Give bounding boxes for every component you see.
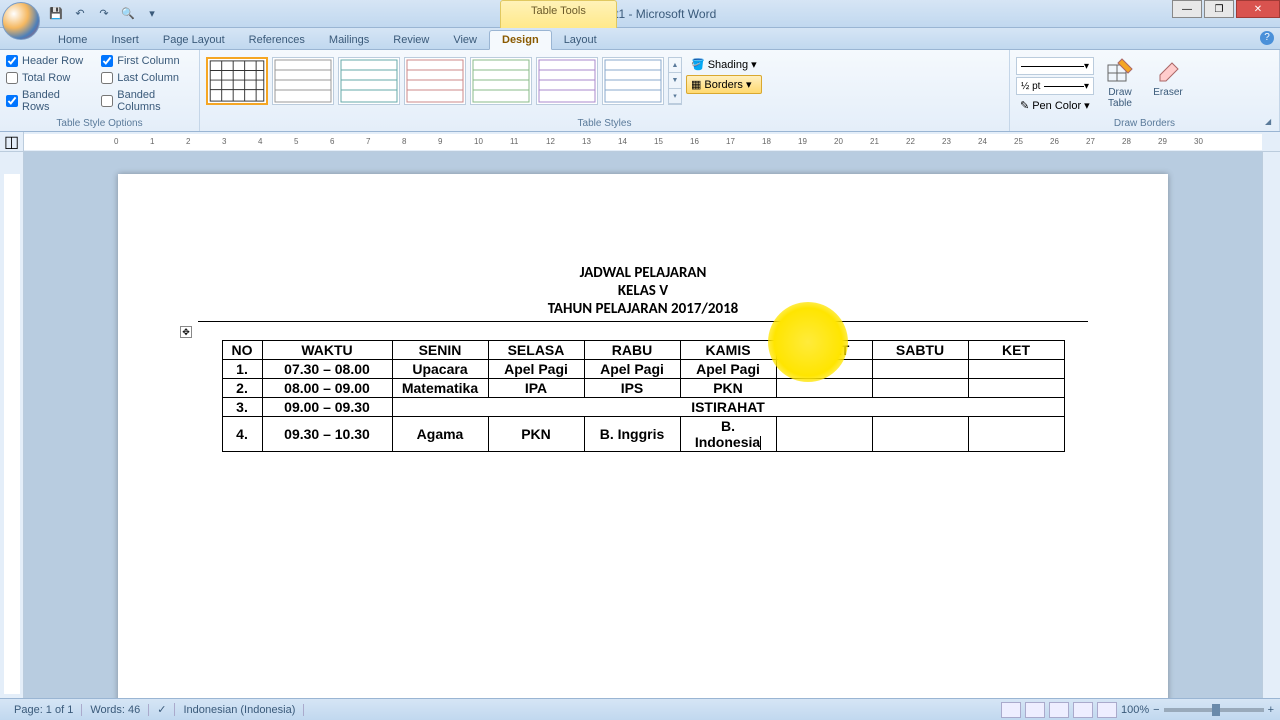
help-icon[interactable]: ? — [1260, 31, 1274, 45]
gallery-down-icon[interactable]: ▼ — [669, 73, 681, 88]
ruler-horizontal: ◫ 01234567891011121314151617181920212223… — [0, 132, 1280, 152]
status-words[interactable]: Words: 46 — [82, 704, 149, 716]
style-thumb-6[interactable] — [536, 57, 598, 105]
style-thumb-2[interactable] — [272, 57, 334, 105]
view-full-screen[interactable] — [1025, 702, 1045, 718]
opt-total-row[interactable]: Total Row — [6, 72, 83, 84]
opt-last-column[interactable]: Last Column — [101, 72, 193, 84]
dialog-launcher-icon[interactable]: ◢ — [1265, 117, 1277, 129]
table-move-handle[interactable]: ✥ — [180, 326, 192, 338]
print-preview-icon[interactable]: 🔍 — [118, 4, 138, 24]
group-label: Table Style Options — [6, 116, 193, 131]
style-thumb-5[interactable] — [470, 57, 532, 105]
doc-heading-2: KELAS V — [198, 282, 1088, 300]
qat-more-icon[interactable]: ▾ — [142, 4, 162, 24]
table-styles-gallery: ▲ ▼ ▾ — [206, 53, 682, 105]
style-thumb-4[interactable] — [404, 57, 466, 105]
group-table-style-options: Header Row Total Row Banded Rows First C… — [0, 50, 200, 131]
group-table-styles: ▲ ▼ ▾ 🪣Shading ▾ ▦Borders ▾ Table Styles — [200, 50, 1010, 131]
view-outline[interactable] — [1073, 702, 1093, 718]
draw-table-button[interactable]: Draw Table — [1098, 57, 1142, 109]
shading-button[interactable]: 🪣Shading ▾ — [686, 55, 762, 74]
table-row: 2. 08.00 – 09.00 Matematika IPA IPS PKN — [222, 379, 1064, 398]
redo-icon[interactable]: ↷ — [94, 4, 114, 24]
office-button[interactable] — [2, 2, 40, 40]
group-label: Draw Borders — [1016, 116, 1273, 131]
tab-view[interactable]: View — [441, 31, 489, 49]
style-thumb-7[interactable] — [602, 57, 664, 105]
status-bar: Page: 1 of 1 Words: 46 ✓ Indonesian (Ind… — [0, 698, 1280, 720]
page-scroll[interactable]: JADWAL PELAJARAN KELAS V TAHUN PELAJARAN… — [24, 152, 1262, 698]
tab-insert[interactable]: Insert — [99, 31, 151, 49]
zoom-slider[interactable] — [1164, 708, 1264, 712]
maximize-button[interactable]: ❐ — [1204, 0, 1234, 18]
opt-banded-columns[interactable]: Banded Columns — [101, 89, 193, 113]
bucket-icon: 🪣 — [691, 58, 705, 71]
eraser-button[interactable]: Eraser — [1146, 57, 1190, 98]
ribbon-tabs: Home Insert Page Layout References Maili… — [0, 28, 1280, 50]
title-bar: 💾 ↶ ↷ 🔍 ▾ Document1 - Microsoft Word Tab… — [0, 0, 1280, 28]
pencil-table-icon — [1106, 57, 1134, 85]
status-language[interactable]: Indonesian (Indonesia) — [175, 704, 304, 716]
tab-layout[interactable]: Layout — [552, 31, 609, 49]
tab-home[interactable]: Home — [46, 31, 99, 49]
zoom-out-icon[interactable]: − — [1153, 704, 1159, 716]
document-area: JADWAL PELAJARAN KELAS V TAHUN PELAJARAN… — [0, 152, 1280, 698]
proofing-icon[interactable]: ✓ — [149, 703, 175, 716]
opt-first-column[interactable]: First Column — [101, 55, 193, 67]
zoom-level[interactable]: 100% — [1121, 704, 1149, 716]
text-cursor — [760, 434, 761, 450]
table-row: 3. 09.00 – 09.30 ISTIRAHAT — [222, 398, 1064, 417]
pen-color-button[interactable]: ✎Pen Color ▾ — [1016, 97, 1094, 114]
minimize-button[interactable]: — — [1172, 0, 1202, 18]
line-style-select[interactable]: ▾ — [1016, 57, 1094, 75]
ribbon: Header Row Total Row Banded Rows First C… — [0, 50, 1280, 132]
quick-access-toolbar: 💾 ↶ ↷ 🔍 ▾ — [46, 4, 162, 24]
view-print-layout[interactable] — [1001, 702, 1021, 718]
gallery-up-icon[interactable]: ▲ — [669, 58, 681, 73]
ruler-corner[interactable]: ◫ — [0, 132, 24, 152]
ruler-vertical[interactable] — [0, 152, 24, 698]
gallery-scroll: ▲ ▼ ▾ — [668, 57, 682, 105]
opt-header-row[interactable]: Header Row — [6, 55, 83, 67]
close-button[interactable]: ✕ — [1236, 0, 1280, 18]
page: JADWAL PELAJARAN KELAS V TAHUN PELAJARAN… — [118, 174, 1168, 698]
doc-heading-1: JADWAL PELAJARAN — [198, 264, 1088, 282]
table-header-row: NO WAKTU SENIN SELASA RABU KAMIS JUM'AT … — [222, 341, 1064, 360]
status-page[interactable]: Page: 1 of 1 — [6, 704, 82, 716]
view-web-layout[interactable] — [1049, 702, 1069, 718]
group-draw-borders: ▾ ½ pt ▾ ✎Pen Color ▾ Draw Table Eraser … — [1010, 50, 1280, 131]
pen-icon: ✎ — [1020, 99, 1029, 112]
tab-review[interactable]: Review — [381, 31, 441, 49]
borders-icon: ▦ — [691, 78, 701, 91]
tab-mailings[interactable]: Mailings — [317, 31, 381, 49]
tab-references[interactable]: References — [237, 31, 317, 49]
tab-design[interactable]: Design — [489, 30, 552, 50]
line-weight-select[interactable]: ½ pt ▾ — [1016, 77, 1094, 95]
tab-page-layout[interactable]: Page Layout — [151, 31, 237, 49]
divider — [198, 321, 1088, 322]
doc-heading-3: TAHUN PELAJARAN 2017/2018 — [198, 300, 1088, 318]
schedule-table[interactable]: NO WAKTU SENIN SELASA RABU KAMIS JUM'AT … — [222, 340, 1065, 452]
eraser-icon — [1154, 57, 1182, 85]
save-icon[interactable]: 💾 — [46, 4, 66, 24]
table-tools-contextual: Table Tools — [500, 0, 617, 28]
style-thumb-1[interactable] — [206, 57, 268, 105]
group-label: Table Styles — [206, 116, 1003, 131]
view-draft[interactable] — [1097, 702, 1117, 718]
undo-icon[interactable]: ↶ — [70, 4, 90, 24]
borders-button[interactable]: ▦Borders ▾ — [686, 75, 762, 94]
style-thumb-3[interactable] — [338, 57, 400, 105]
zoom-in-icon[interactable]: + — [1268, 704, 1274, 716]
opt-banded-rows[interactable]: Banded Rows — [6, 89, 83, 113]
gallery-more-icon[interactable]: ▾ — [669, 89, 681, 104]
table-row: 4. 09.30 – 10.30 Agama PKN B. Inggris B.… — [222, 417, 1064, 452]
scrollbar-vertical[interactable] — [1262, 152, 1280, 698]
table-row: 1. 07.30 – 08.00 Upacara Apel Pagi Apel … — [222, 360, 1064, 379]
